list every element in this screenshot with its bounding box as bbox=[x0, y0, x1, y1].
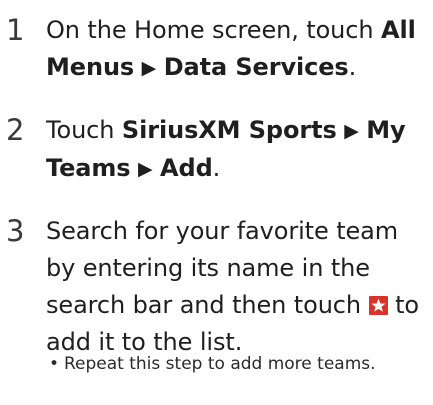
step-text-plain: On the Home screen, touch bbox=[46, 16, 382, 44]
arrow-icon: ▶ bbox=[141, 57, 157, 79]
step-text: On the Home screen, touch All Menus ▶ Da… bbox=[46, 12, 429, 87]
arrow-icon: ▶ bbox=[344, 120, 359, 142]
bullet-icon: • bbox=[49, 354, 60, 374]
step-text-plain: Search for your favorite team by enterin… bbox=[46, 217, 399, 319]
step-text: Search for your favorite team by enterin… bbox=[46, 213, 429, 361]
instruction-steps: 1 On the Home screen, touch All Menus ▶ … bbox=[0, 0, 433, 405]
step-text-plain: Touch bbox=[46, 116, 122, 144]
step-number: 3 bbox=[6, 214, 25, 248]
step-text-plain: . bbox=[212, 154, 221, 182]
step-text: Touch SiriusXM Sports ▶ My Teams ▶ Add. bbox=[46, 112, 429, 188]
step-number: 2 bbox=[6, 113, 25, 147]
note-text: Repeat this step to add more teams. bbox=[64, 354, 376, 374]
star-icon bbox=[368, 296, 388, 315]
note: • Repeat this step to add more teams. bbox=[49, 352, 429, 376]
menu-name-add: Add bbox=[160, 154, 213, 182]
step-number: 1 bbox=[6, 13, 25, 47]
menu-name-data-services: Data Services bbox=[163, 53, 349, 81]
step-text-plain: . bbox=[348, 53, 357, 81]
arrow-icon: ▶ bbox=[137, 158, 153, 180]
menu-name-siriusxm-sports: SiriusXM Sports bbox=[121, 116, 337, 144]
